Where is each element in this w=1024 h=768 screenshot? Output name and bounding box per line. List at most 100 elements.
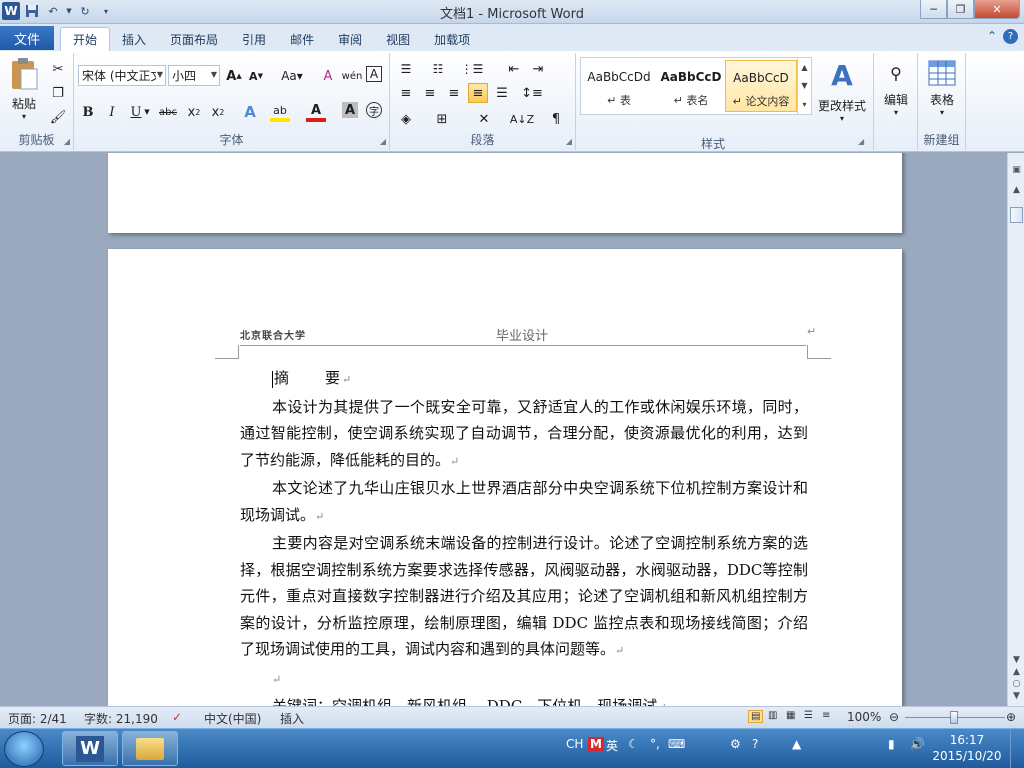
tray-expand-icon[interactable]: ▲ [792,737,801,751]
tab-references[interactable]: 引用 [230,27,278,51]
more-styles-icon[interactable]: ▾ [802,100,806,109]
tab-mailings[interactable]: 邮件 [278,27,326,51]
sort-icon[interactable]: A↓Z [510,109,534,129]
paste-dropdown-icon[interactable]: ▾ [4,112,44,121]
decrease-indent-icon[interactable]: ⇤ [504,59,524,79]
subscript-icon[interactable]: x2 [184,102,204,122]
page-current[interactable]: 北京联合大学 毕业设计 ↵ 摘 要↵ 本设计为其提供了一个既安全可靠，又舒适宜人… [108,249,902,706]
ime-language[interactable]: CH [566,737,583,751]
vertical-scrollbar[interactable]: ▣ ▲ ▼ ▲ ○ ▼ [1007,153,1024,706]
grow-font-icon[interactable]: A ▲ [224,66,244,86]
zoom-level[interactable]: 100% [847,710,881,724]
style-table-name[interactable]: AaBbCcD ↵ 表名 [655,60,727,112]
highlight-icon[interactable]: ab [270,102,290,122]
character-border-icon[interactable]: A [366,66,382,82]
full-screen-reading-icon[interactable]: ▥ [768,710,777,721]
shrink-font-icon[interactable]: A ▼ [246,66,266,86]
zoom-out-icon[interactable]: ⊖ [889,710,899,724]
web-layout-icon[interactable]: ▦ [786,710,795,721]
volume-icon[interactable]: 🔊 [910,737,925,751]
superscript-icon[interactable]: x2 [208,102,228,122]
tab-home[interactable]: 开始 [60,27,111,51]
language-indicator[interactable]: 中文(中国) [204,710,261,727]
copy-icon[interactable]: ❐ [48,83,68,103]
cut-icon[interactable]: ✂ [48,59,68,79]
tab-review[interactable]: 审阅 [326,27,374,51]
align-right-icon[interactable]: ≡ [444,83,464,103]
phonetic-guide-icon[interactable]: wén [342,66,363,86]
help-icon[interactable]: ? [1003,29,1018,44]
table-button[interactable]: 表格 ▾ [922,59,962,117]
scroll-up-icon[interactable]: ▲ [801,63,807,72]
insert-mode[interactable]: 插入 [280,710,304,727]
show-desktop-button[interactable] [1010,729,1024,768]
borders-icon[interactable]: ⊞ [432,109,452,129]
multilevel-list-icon[interactable]: ⋮☰ [461,59,484,79]
bold-icon[interactable]: B [78,102,98,122]
zoom-slider-thumb[interactable] [950,711,958,724]
style-thesis-content[interactable]: AaBbCcD ↵ 论文内容 [725,60,797,112]
minimize-button[interactable]: ─ [920,0,947,19]
align-center-icon[interactable]: ≡ [420,83,440,103]
taskbar-explorer[interactable] [122,731,178,766]
page-previous[interactable] [108,153,902,233]
ruler-toggle-icon[interactable]: ▣ [1010,163,1023,177]
font-color-icon[interactable]: A [306,102,326,122]
draft-view-icon[interactable]: ≡ [822,710,830,721]
tab-page-layout[interactable]: 页面布局 [158,27,230,51]
font-launcher-icon[interactable]: ◢ [380,137,386,146]
zoom-in-icon[interactable]: ⊕ [1006,710,1016,724]
soft-keyboard-icon[interactable]: ⌨ [668,737,685,751]
network-icon[interactable]: ▮ [888,737,895,751]
numbering-icon[interactable]: ☷ [428,59,448,79]
punctuation-icon[interactable]: °, [650,737,660,751]
justify-icon[interactable]: ≡ [468,83,488,103]
editing-button[interactable]: ⚲ 编辑 ▾ [878,59,914,117]
print-layout-icon[interactable]: ▤ [748,710,764,723]
outline-view-icon[interactable]: ☰ [804,710,813,721]
close-button[interactable]: ✕ [974,0,1020,19]
enclose-characters-icon[interactable]: 字 [366,102,382,118]
clipboard-launcher-icon[interactable]: ◢ [64,137,70,146]
ime-mode[interactable]: 英 [606,737,618,754]
character-shading-icon[interactable]: A [342,102,358,118]
shading-icon[interactable]: ◈ [396,109,416,129]
half-width-icon[interactable]: ☾ [628,737,639,751]
font-size-combo[interactable]: 小四 ▼ [168,65,220,86]
paragraph-launcher-icon[interactable]: ◢ [566,137,572,146]
change-styles-button[interactable]: A 更改样式 ▾ [814,59,870,123]
word-count[interactable]: 字数: 21,190 [84,710,158,727]
increase-indent-icon[interactable]: ⇥ [528,59,548,79]
tab-add-ins[interactable]: 加载项 [422,27,482,51]
tab-insert[interactable]: 插入 [110,27,158,51]
proofing-icon[interactable]: ✓ [172,710,182,724]
bullets-icon[interactable]: ☰ [396,59,416,79]
text-effects-icon[interactable]: A [240,102,260,122]
styles-launcher-icon[interactable]: ◢ [858,137,864,146]
asian-layout-icon[interactable]: ✕ [474,109,494,129]
clear-formatting-icon[interactable]: A [318,66,338,86]
page-indicator[interactable]: 页面: 2/41 [8,710,67,727]
paste-button[interactable]: 粘贴 ▾ [4,57,44,121]
tab-file[interactable]: 文件 [0,26,54,50]
minimize-ribbon-icon[interactable]: ⌃ [987,29,997,44]
maximize-button[interactable]: ❐ [947,0,974,19]
scroll-thumb[interactable] [1010,207,1023,223]
scroll-up-icon[interactable]: ▲ [1010,183,1023,197]
ime-logo-icon[interactable]: M [588,737,604,751]
document-body[interactable]: 摘 要↵ 本设计为其提供了一个既安全可靠，又舒适宜人的工作或休闲娱乐环境，同时，… [240,365,808,706]
system-clock[interactable]: 16:17 2015/10/20 [932,732,1002,764]
scroll-down-icon[interactable]: ▼ [801,81,807,90]
ime-help-icon[interactable]: ? [752,737,758,751]
format-painter-icon[interactable]: 🖌 [48,107,68,127]
start-button[interactable] [4,731,44,767]
italic-icon[interactable]: I [102,102,122,122]
tab-view[interactable]: 视图 [374,27,422,51]
font-name-combo[interactable]: 宋体 (中文正文) ▼ [78,65,166,86]
distributed-icon[interactable]: ☰ [492,83,512,103]
underline-dropdown-icon[interactable]: ▼ [142,102,152,122]
strikethrough-icon[interactable]: abc [158,102,178,122]
ime-settings-icon[interactable]: ⚙ [730,737,741,751]
line-spacing-icon[interactable]: ↕≡ [521,83,543,103]
style-table[interactable]: AaBbCcDd ↵ 表 [583,60,655,112]
